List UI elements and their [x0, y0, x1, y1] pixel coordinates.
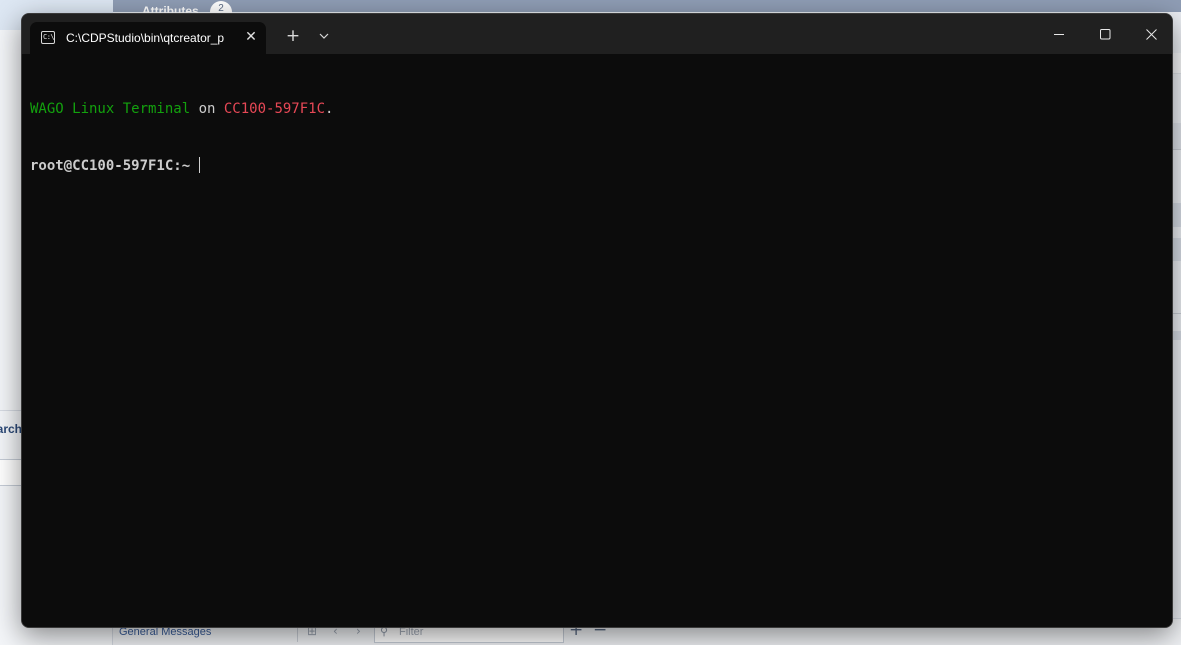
search-input[interactable]	[0, 459, 22, 486]
maximize-button[interactable]	[1082, 14, 1128, 54]
terminal-titlebar[interactable]: C:\ C:\CDPStudio\bin\qtcreator_p ✕ +	[22, 14, 1172, 54]
tab-title: C:\CDPStudio\bin\qtcreator_p	[66, 31, 225, 45]
new-tab-button[interactable]: +	[281, 24, 305, 48]
minimize-icon	[1054, 34, 1064, 35]
terminal-window: C:\ C:\CDPStudio\bin\qtcreator_p ✕ + WAG…	[21, 13, 1173, 628]
chevron-down-icon	[319, 33, 329, 39]
terminal-tab[interactable]: C:\ C:\CDPStudio\bin\qtcreator_p ✕	[30, 22, 266, 54]
banner-period: .	[325, 101, 334, 117]
prompt-line[interactable]: root@CC100-597F1C:~	[30, 157, 200, 175]
close-icon[interactable]: ✕	[242, 26, 260, 48]
close-icon	[1146, 29, 1157, 40]
left-panel-divider	[0, 410, 22, 411]
maximize-icon	[1100, 29, 1111, 40]
text-cursor	[198, 157, 200, 173]
banner-line: WAGO Linux Terminal on CC100-597F1C.	[30, 100, 333, 118]
banner-connector: on	[190, 101, 224, 117]
attributes-panel-title: Attributes	[142, 4, 199, 13]
banner-hostname: CC100-597F1C	[223, 101, 326, 117]
attribute-rows	[1173, 53, 1181, 353]
minimize-button[interactable]	[1036, 14, 1082, 54]
banner-product: WAGO Linux Terminal	[30, 101, 191, 117]
close-window-button[interactable]	[1128, 14, 1172, 54]
cmd-prompt-icon: C:\	[41, 31, 55, 44]
terminal-output[interactable]: WAGO Linux Terminal on CC100-597F1C. roo…	[22, 54, 1172, 627]
tab-dropdown-button[interactable]	[312, 24, 336, 48]
attributes-panel-header	[113, 0, 1181, 12]
search-label: Search	[0, 422, 22, 436]
shell-prompt: root@CC100-597F1C:~	[30, 158, 199, 174]
